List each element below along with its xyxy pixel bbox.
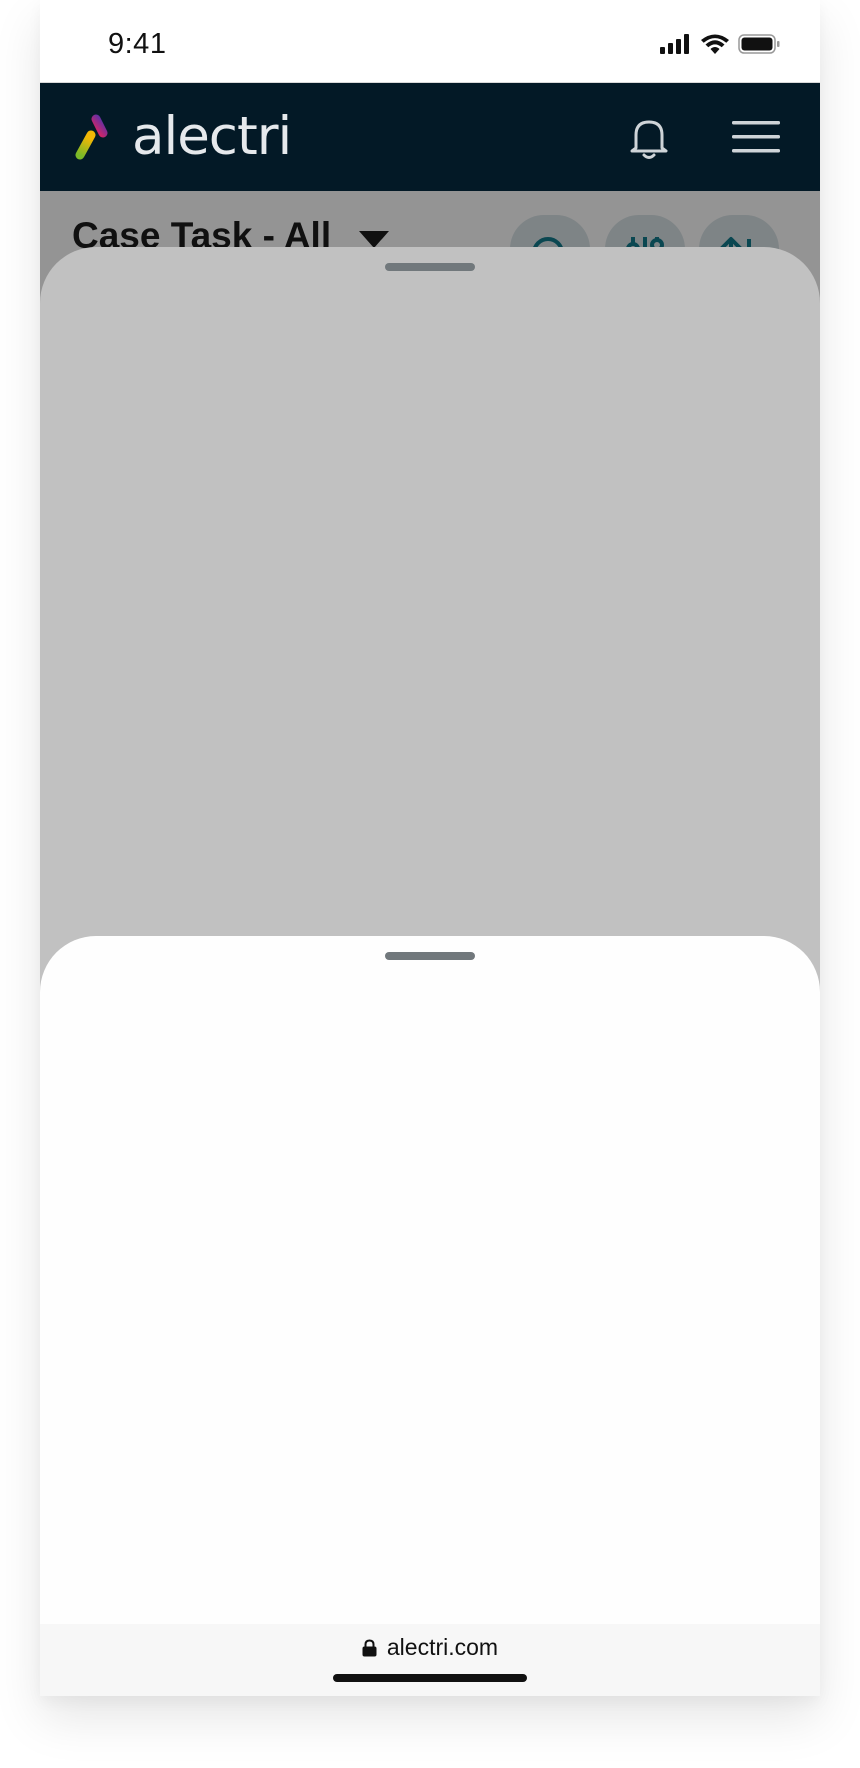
status-bar: 9:41 (40, 0, 820, 83)
status-time: 9:41 (108, 28, 167, 60)
browser-address-bar: alectri.com (40, 1624, 820, 1696)
battery-icon (738, 34, 780, 54)
lock-icon (362, 1638, 377, 1656)
hamburger-menu-icon[interactable] (732, 121, 780, 153)
sheet-drag-handle[interactable] (385, 952, 475, 960)
app-header: alectri (40, 83, 820, 191)
alectri-logo-mark-icon (75, 114, 123, 160)
wifi-icon (701, 34, 729, 54)
url-text: alectri.com (386, 1634, 499, 1660)
status-icons (660, 34, 780, 54)
phone-frame: 9:41 alectri Case Task - All alectri.com (40, 0, 820, 1696)
alectri-logo[interactable]: alectri (72, 106, 292, 167)
bell-icon[interactable] (624, 113, 674, 163)
logo-text: alectri (132, 106, 292, 167)
cellular-signal-icon (660, 34, 689, 54)
bottom-sheet-front (40, 936, 820, 1696)
home-indicator[interactable] (333, 1674, 527, 1682)
url-display[interactable]: alectri.com (40, 1634, 820, 1661)
sheet-drag-handle[interactable] (385, 263, 475, 271)
